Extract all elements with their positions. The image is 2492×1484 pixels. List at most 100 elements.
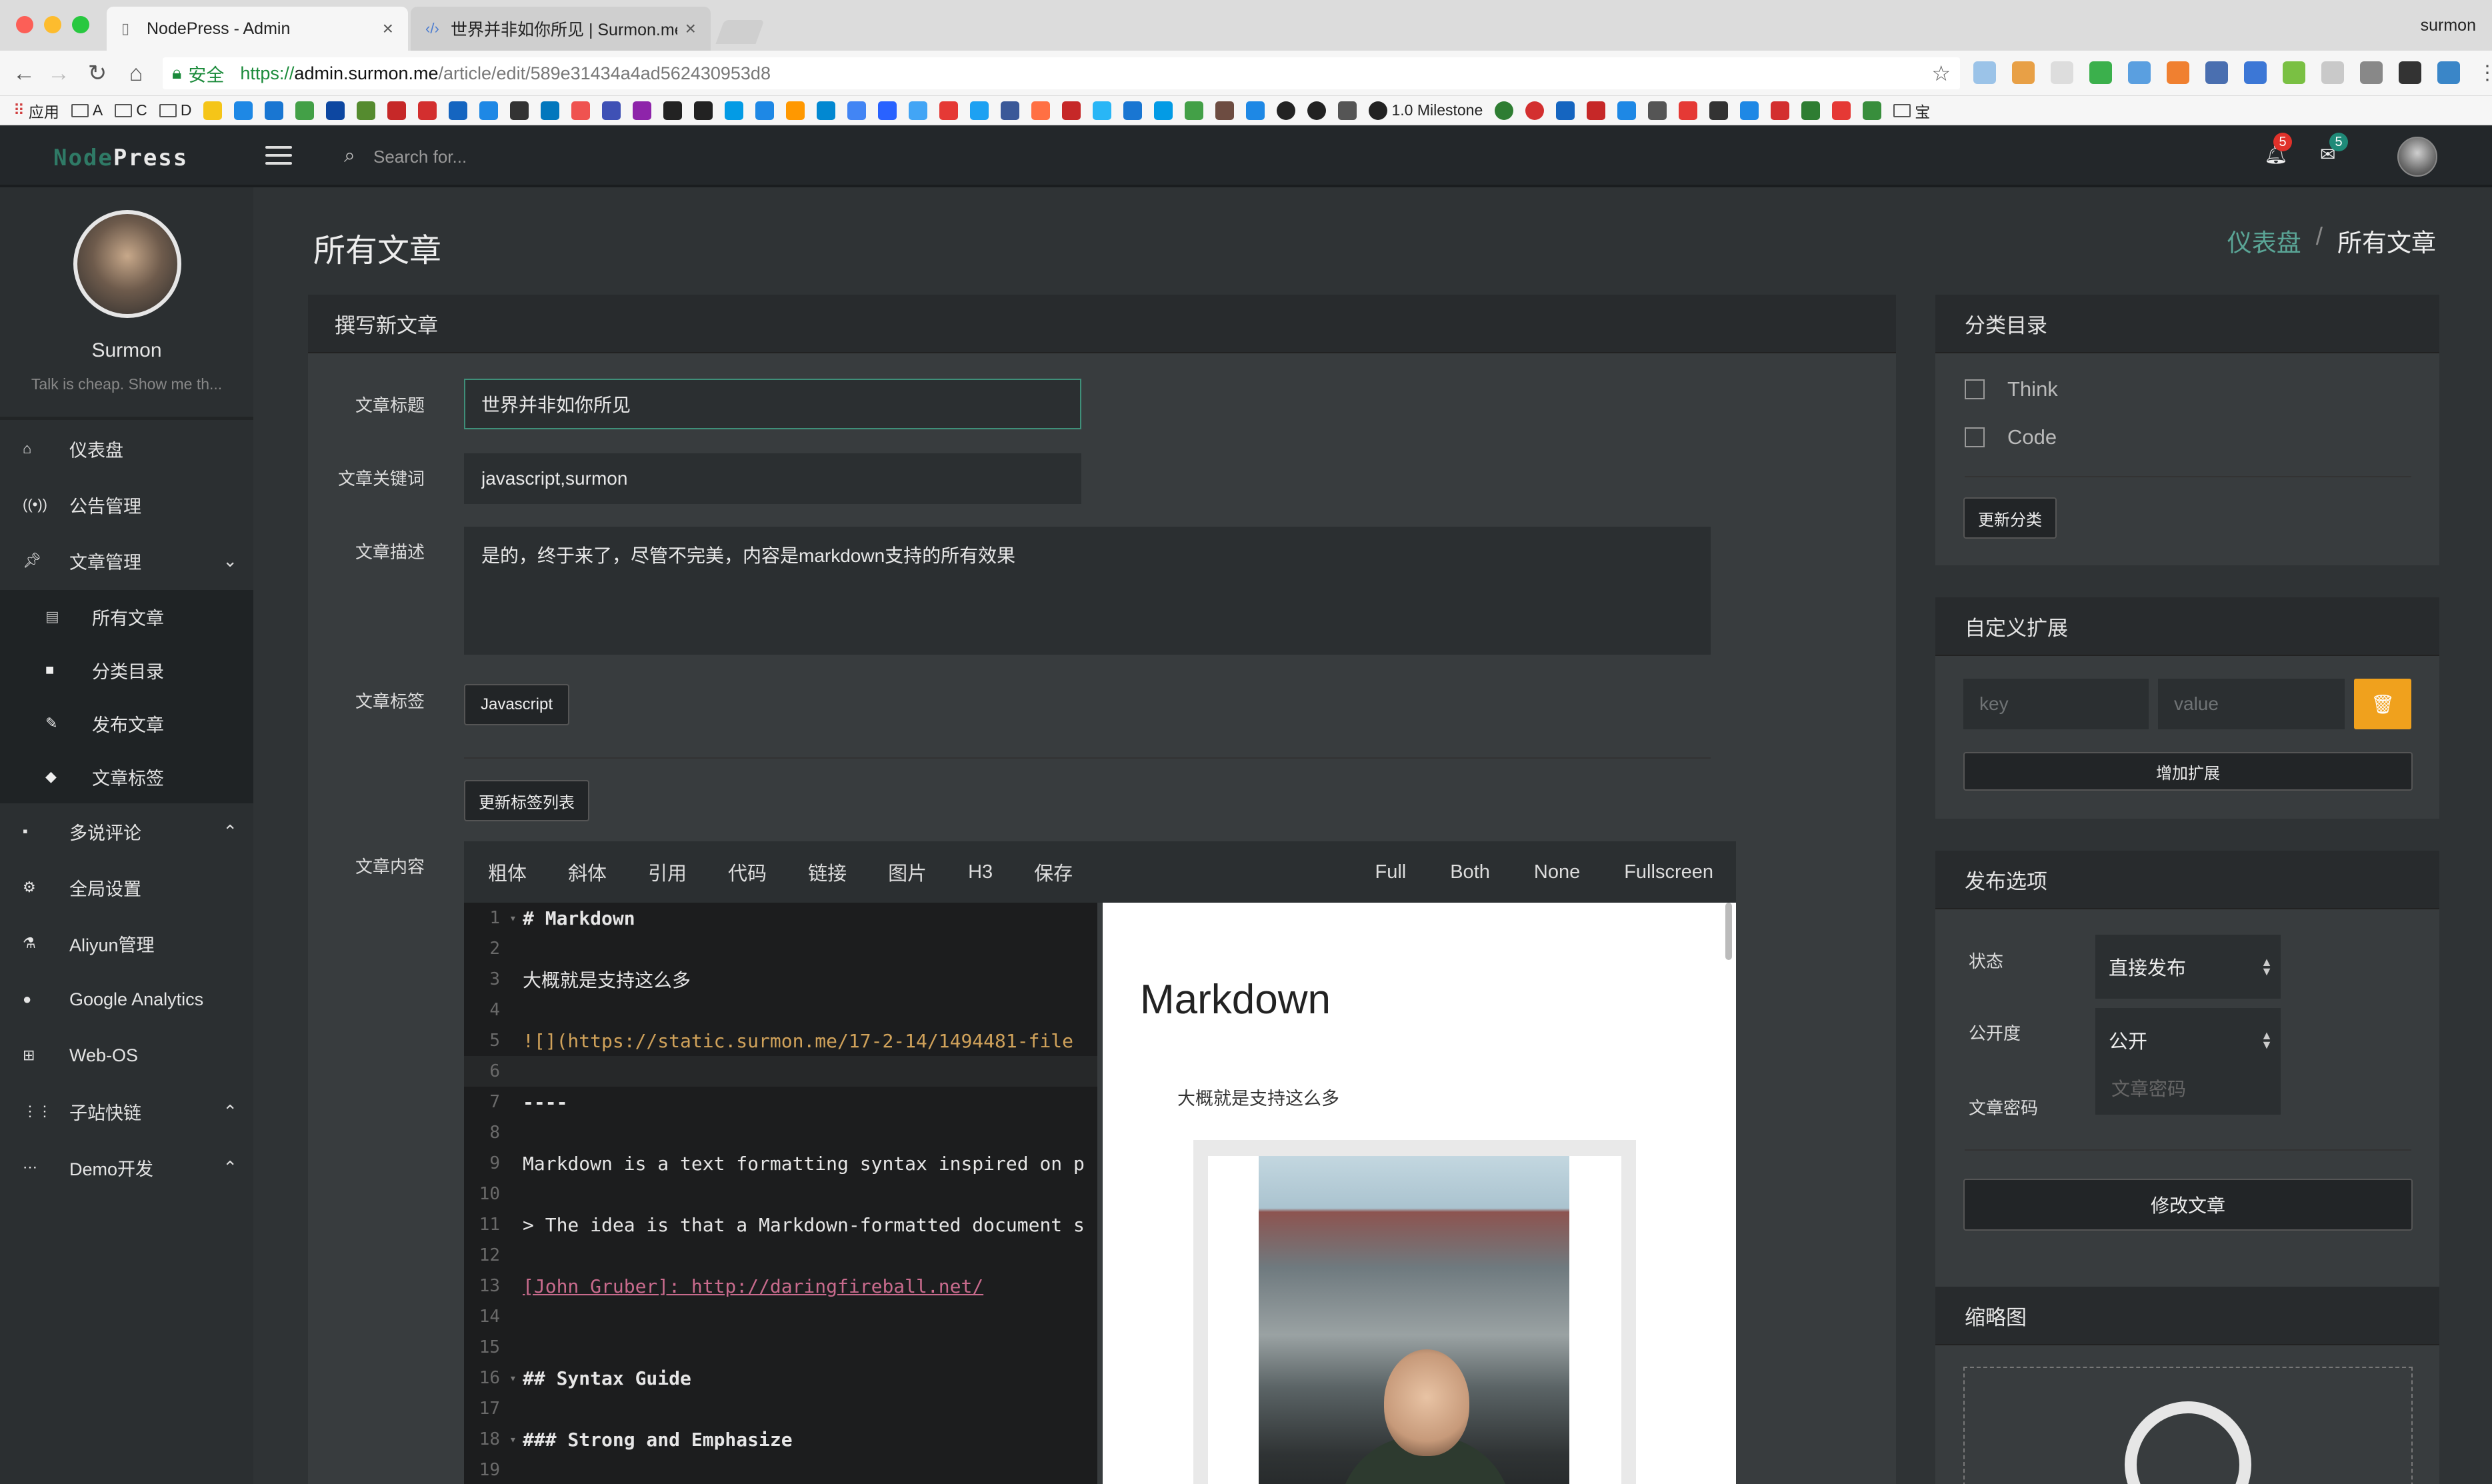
minimize-window-button[interactable] bbox=[44, 16, 61, 33]
code-line[interactable]: 10 bbox=[464, 1179, 1097, 1209]
code-line[interactable]: 3 大概就是支持这么多 bbox=[464, 964, 1097, 995]
code-line[interactable]: 5 ![](https://static.surmon.me/17-2-14/14… bbox=[464, 1025, 1097, 1056]
title-input[interactable] bbox=[464, 379, 1081, 429]
breadcrumb-dashboard-link[interactable]: 仪表盘 bbox=[2227, 223, 2301, 259]
bookmark-favicon[interactable] bbox=[203, 101, 223, 120]
bookmark-favicon[interactable] bbox=[786, 101, 805, 120]
image-button[interactable]: 图片 bbox=[888, 858, 927, 886]
sidebar-item-articles[interactable]: 📌︎ 文章管理 ⌄ bbox=[0, 533, 253, 589]
code-line[interactable]: 18 ▾ ### Strong and Emphasize bbox=[464, 1424, 1097, 1455]
password-input[interactable] bbox=[2095, 1064, 2281, 1115]
extension-icon[interactable] bbox=[2089, 61, 2112, 84]
preview-scrollbar[interactable] bbox=[1725, 903, 1732, 960]
code-line[interactable]: 13 [John Gruber]: http://daringfireball.n… bbox=[464, 1271, 1097, 1301]
reload-icon[interactable]: ↻ bbox=[84, 60, 111, 87]
bookmark-favicon[interactable] bbox=[1154, 101, 1173, 120]
italic-button[interactable]: 斜体 bbox=[568, 858, 607, 886]
bookmark-favicon[interactable] bbox=[1801, 101, 1821, 120]
sidebar-subitem-categories[interactable]: ■ 分类目录 bbox=[0, 643, 253, 697]
bookmark-favicon[interactable] bbox=[1495, 101, 1514, 120]
h3-button[interactable]: H3 bbox=[968, 861, 993, 883]
hamburger-menu-icon[interactable] bbox=[265, 146, 292, 166]
view-both-button[interactable]: Both bbox=[1450, 861, 1490, 883]
close-icon[interactable]: × bbox=[383, 18, 393, 39]
bookmark-favicon[interactable] bbox=[1031, 101, 1051, 120]
view-none-button[interactable]: None bbox=[1534, 861, 1580, 883]
nodepress-logo[interactable]: NodePress bbox=[53, 145, 188, 171]
code-line[interactable]: 11 > The idea is that a Markdown-formatte… bbox=[464, 1209, 1097, 1240]
quote-button[interactable]: 引用 bbox=[648, 858, 687, 886]
envelope-icon[interactable]: ✉ 5 bbox=[2320, 133, 2348, 165]
extension-icon[interactable] bbox=[2167, 61, 2189, 84]
bookmark-favicon[interactable] bbox=[1863, 101, 1882, 120]
status-select[interactable]: 直接发布 ▲ ▼ bbox=[2095, 935, 2281, 999]
fold-arrow-icon[interactable]: ▾ bbox=[509, 1433, 523, 1447]
thumbnail-upload-area[interactable] bbox=[1963, 1367, 2413, 1484]
bookmark-favicon[interactable] bbox=[1123, 101, 1143, 120]
bookmark-favicon[interactable] bbox=[541, 101, 560, 120]
extension-value-input[interactable] bbox=[2158, 679, 2345, 729]
bookmark-favicon[interactable] bbox=[725, 101, 744, 120]
sidebar-subitem-tags[interactable]: ◆ 文章标签 bbox=[0, 750, 253, 803]
sidebar-item-aliyun[interactable]: ⚗ Aliyun管理 bbox=[0, 915, 253, 971]
code-line[interactable]: 16 ▾ ## Syntax Guide bbox=[464, 1363, 1097, 1393]
sidebar-subitem-all-articles[interactable]: ▤ 所有文章 bbox=[0, 590, 253, 643]
extension-icon[interactable] bbox=[2051, 61, 2073, 84]
bookmark-favicon[interactable] bbox=[755, 101, 775, 120]
save-button[interactable]: 保存 bbox=[1034, 858, 1073, 886]
extension-icon[interactable] bbox=[2283, 61, 2305, 84]
sidebar-item-announcements[interactable]: ((•)) 公告管理 bbox=[0, 477, 253, 533]
bookmark-favicon[interactable] bbox=[1617, 101, 1637, 120]
github-icon[interactable] bbox=[1307, 101, 1327, 120]
bookmark-favicon[interactable] bbox=[234, 101, 253, 120]
close-icon[interactable]: × bbox=[685, 18, 696, 39]
extension-key-input[interactable] bbox=[1963, 679, 2149, 729]
add-extension-button[interactable]: 增加扩展 bbox=[1963, 752, 2413, 791]
fullscreen-button[interactable]: Fullscreen bbox=[1624, 861, 1713, 883]
bookmark-folder-a[interactable]: A bbox=[71, 101, 103, 119]
tab-surmon-article[interactable]: ‹/› 世界并非如你所见 | Surmon.me × bbox=[411, 7, 711, 51]
bookmark-favicon[interactable] bbox=[1338, 101, 1357, 120]
extension-icon[interactable] bbox=[2012, 61, 2035, 84]
sidebar-item-demo[interactable]: ⋯ Demo开发 ⌃ bbox=[0, 1139, 253, 1195]
keywords-input[interactable] bbox=[464, 453, 1081, 504]
bookmark-favicon[interactable] bbox=[909, 101, 928, 120]
browser-profile-name[interactable]: surmon bbox=[2421, 16, 2476, 35]
bookmark-favicon[interactable] bbox=[1587, 101, 1606, 120]
category-option-think[interactable]: Think bbox=[1965, 377, 2058, 401]
extension-icon[interactable] bbox=[1973, 61, 1996, 84]
bookmark-favicon[interactable] bbox=[510, 101, 529, 120]
code-line[interactable]: 17 bbox=[464, 1393, 1097, 1424]
sidebar-subitem-publish[interactable]: ✎ 发布文章 bbox=[0, 697, 253, 750]
extension-icon[interactable] bbox=[2321, 61, 2344, 84]
bookmark-favicon[interactable] bbox=[694, 101, 713, 120]
bookmark-favicon[interactable] bbox=[1062, 101, 1081, 120]
bookmark-favicon[interactable] bbox=[1246, 101, 1265, 120]
extension-icon[interactable] bbox=[2244, 61, 2267, 84]
maximize-window-button[interactable] bbox=[72, 16, 89, 33]
back-icon[interactable]: ← bbox=[11, 60, 37, 87]
bookmark-folder-c[interactable]: C bbox=[115, 101, 147, 119]
checkbox[interactable] bbox=[1965, 427, 1985, 447]
bookmark-milestone[interactable]: 1.0 Milestone bbox=[1369, 101, 1483, 120]
address-bar[interactable]: 🔒︎ 安全 https:// admin.surmon.me /article/… bbox=[163, 57, 1960, 89]
bookmark-folder-bao[interactable]: 宝 bbox=[1893, 99, 1930, 122]
update-tags-button[interactable]: 更新标签列表 bbox=[464, 780, 589, 821]
code-line[interactable]: 6 bbox=[464, 1056, 1097, 1087]
code-line[interactable]: 12 bbox=[464, 1240, 1097, 1271]
bookmark-favicon[interactable] bbox=[1556, 101, 1575, 120]
bookmark-favicon[interactable] bbox=[1185, 101, 1204, 120]
code-line[interactable]: 2 bbox=[464, 933, 1097, 964]
bookmark-star-icon[interactable]: ☆ bbox=[1931, 61, 1951, 86]
new-tab-button[interactable] bbox=[715, 20, 765, 44]
bold-button[interactable]: 粗体 bbox=[488, 858, 527, 886]
bookmark-favicon[interactable] bbox=[571, 101, 591, 120]
bookmark-favicon[interactable] bbox=[1771, 101, 1790, 120]
bookmark-favicon[interactable] bbox=[357, 101, 376, 120]
code-line[interactable]: 7 ---- bbox=[464, 1087, 1097, 1117]
tag-javascript-button[interactable]: Javascript bbox=[464, 684, 569, 725]
bell-icon[interactable]: 🔔︎ 5 bbox=[2264, 133, 2292, 165]
bookmark-favicon[interactable] bbox=[418, 101, 437, 120]
bookmark-favicon[interactable] bbox=[449, 101, 468, 120]
tab-nodepress-admin[interactable]: ▯ NodePress - Admin × bbox=[107, 7, 408, 51]
